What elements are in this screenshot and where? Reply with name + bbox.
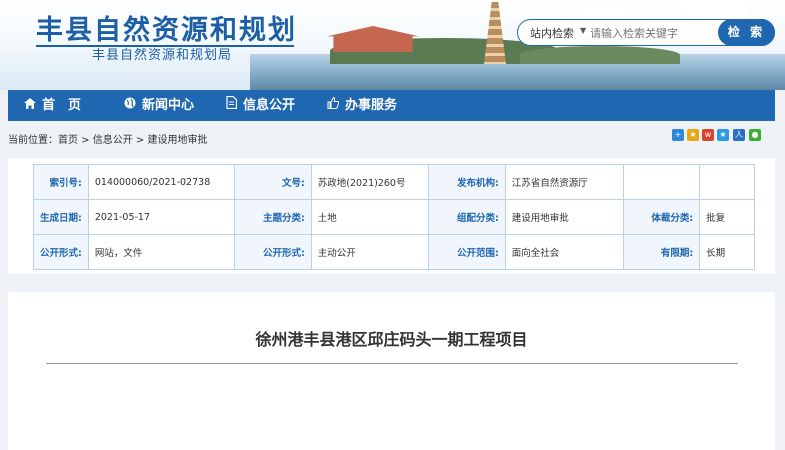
wechat-icon[interactable]: ●	[749, 129, 761, 141]
site-subtitle: 丰县自然资源和规划局	[92, 48, 233, 63]
main-nav: 首 页 新闻中心 信息公开 办事服务	[8, 90, 775, 121]
meta-value: 批复	[699, 199, 755, 235]
meta-value: 土地	[310, 199, 429, 235]
nav-item-news[interactable]: 新闻中心	[124, 90, 194, 121]
nav-label: 办事服务	[345, 98, 398, 113]
site-title[interactable]: 丰县自然资源和规划	[36, 8, 297, 47]
chevron-down-icon[interactable]: ▼	[580, 26, 586, 35]
search-scope-select[interactable]: 站内检索	[530, 25, 574, 41]
nav-item-home[interactable]: 首 页	[24, 90, 81, 121]
tencent-icon[interactable]: 人	[733, 129, 745, 141]
meta-empty-cell	[699, 164, 755, 200]
meta-value: 主动公开	[310, 234, 429, 270]
scenery-pagoda	[484, 2, 506, 64]
nav-label: 信息公开	[243, 98, 296, 113]
article-divider	[46, 363, 738, 364]
star-icon[interactable]: ★	[687, 129, 699, 141]
meta-key: 生成日期:	[33, 199, 89, 235]
meta-value: 长期	[699, 234, 755, 270]
search-button[interactable]: 检 索	[718, 19, 775, 46]
meta-value: 014000060/2021-02738	[87, 164, 235, 200]
meta-key: 公开形式:	[33, 234, 89, 270]
meta-key: 公开范围:	[427, 234, 506, 270]
scenery-hill	[520, 46, 680, 64]
meta-value: 江苏省自然资源厅	[504, 164, 625, 200]
table-row: 索引号: 014000060/2021-02738 文号: 苏政地(2021)2…	[33, 164, 755, 200]
meta-key: 体裁分类:	[623, 199, 701, 235]
meta-empty-cell	[623, 164, 701, 200]
nav-item-info[interactable]: 信息公开	[226, 90, 295, 121]
search-input[interactable]	[590, 24, 718, 42]
meta-key: 发布机构:	[427, 164, 506, 200]
meta-value: 苏政地(2021)260号	[310, 164, 429, 200]
meta-key: 索引号:	[33, 164, 89, 200]
meta-value: 网站，文件	[87, 234, 235, 270]
home-icon	[24, 90, 36, 121]
plus-icon[interactable]: +	[672, 129, 684, 141]
article-title: 徐州港丰县港区邱庄码头一期工程项目	[255, 330, 528, 349]
table-row: 公开形式: 网站，文件 公开形式: 主动公开 公开范围: 面向全社会 有限期: …	[33, 234, 755, 270]
scenery-temple	[326, 26, 420, 52]
meta-key: 有限期:	[623, 234, 701, 270]
qzone-icon[interactable]: ★	[717, 129, 729, 141]
metadata-panel: 索引号: 014000060/2021-02738 文号: 苏政地(2021)2…	[8, 158, 775, 274]
globe-icon	[124, 90, 136, 121]
thumbs-up-icon	[327, 90, 340, 121]
nav-label: 新闻中心	[142, 98, 195, 113]
nav-item-services[interactable]: 办事服务	[327, 90, 397, 121]
table-row: 生成日期: 2021-05-17 主题分类: 土地 组配分类: 建设用地审批 体…	[33, 199, 755, 235]
nav-label: 首 页	[42, 98, 82, 113]
breadcrumb[interactable]: 当前位置：首页 > 信息公开 > 建设用地审批	[8, 131, 207, 146]
document-icon	[226, 90, 238, 121]
meta-key: 组配分类:	[427, 199, 506, 235]
meta-key: 文号:	[233, 164, 312, 200]
meta-value: 面向全社会	[504, 234, 625, 270]
meta-value: 2021-05-17	[87, 199, 235, 235]
meta-key: 公开形式:	[233, 234, 312, 270]
meta-value: 建设用地审批	[504, 199, 625, 235]
metadata-table: 索引号: 014000060/2021-02738 文号: 苏政地(2021)2…	[33, 164, 755, 270]
meta-key: 主题分类:	[233, 199, 312, 235]
weibo-icon[interactable]: w	[702, 129, 714, 141]
article-panel: 徐州港丰县港区邱庄码头一期工程项目	[8, 292, 775, 450]
